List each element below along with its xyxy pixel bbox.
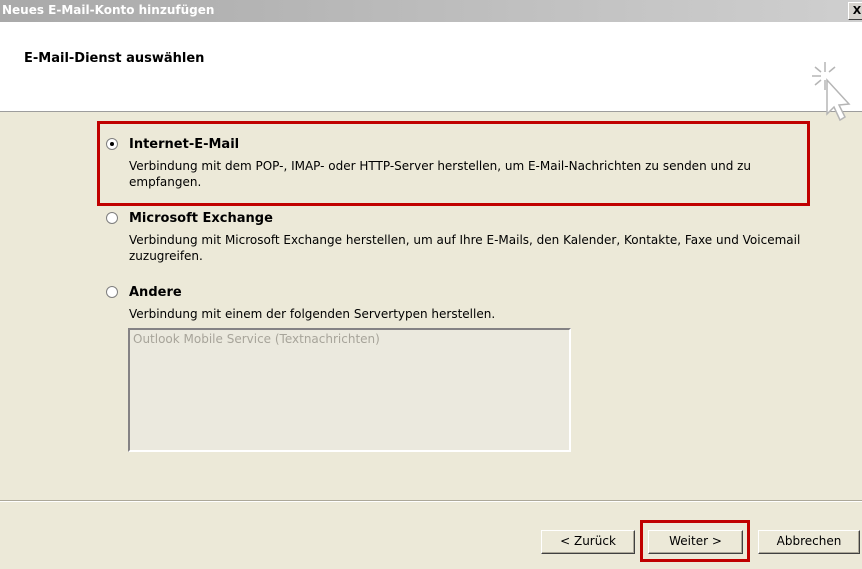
internet-email-label[interactable]: Internet-E-Mail xyxy=(129,137,239,152)
cancel-button[interactable]: Abbrechen xyxy=(758,530,860,554)
wizard-content: Internet-E-Mail Verbindung mit dem POP-,… xyxy=(0,112,862,500)
next-button[interactable]: Weiter > xyxy=(648,530,743,554)
window-title: Neues E-Mail-Konto hinzufügen xyxy=(2,3,215,17)
page-title: E-Mail-Dienst auswählen xyxy=(24,51,205,66)
back-button[interactable]: < Zurück xyxy=(541,530,635,554)
microsoft-exchange-label[interactable]: Microsoft Exchange xyxy=(129,211,273,226)
server-type-listbox[interactable]: Outlook Mobile Service (Textnachrichten) xyxy=(128,328,571,452)
wizard-header: E-Mail-Dienst auswählen xyxy=(0,22,862,122)
microsoft-exchange-radio[interactable] xyxy=(106,212,118,224)
close-button[interactable]: X xyxy=(848,2,862,20)
footer-divider xyxy=(0,500,862,502)
andere-label[interactable]: Andere xyxy=(129,285,182,300)
andere-radio[interactable] xyxy=(106,286,118,298)
andere-description: Verbindung mit einem der folgenden Serve… xyxy=(129,307,496,321)
list-item: Outlook Mobile Service (Textnachrichten) xyxy=(133,332,380,346)
internet-email-description: Verbindung mit dem POP-, IMAP- oder HTTP… xyxy=(129,159,752,189)
microsoft-exchange-description: Verbindung mit Microsoft Exchange herste… xyxy=(129,233,801,263)
internet-email-radio[interactable] xyxy=(106,138,118,150)
title-bar: Neues E-Mail-Konto hinzufügen X xyxy=(0,0,862,22)
